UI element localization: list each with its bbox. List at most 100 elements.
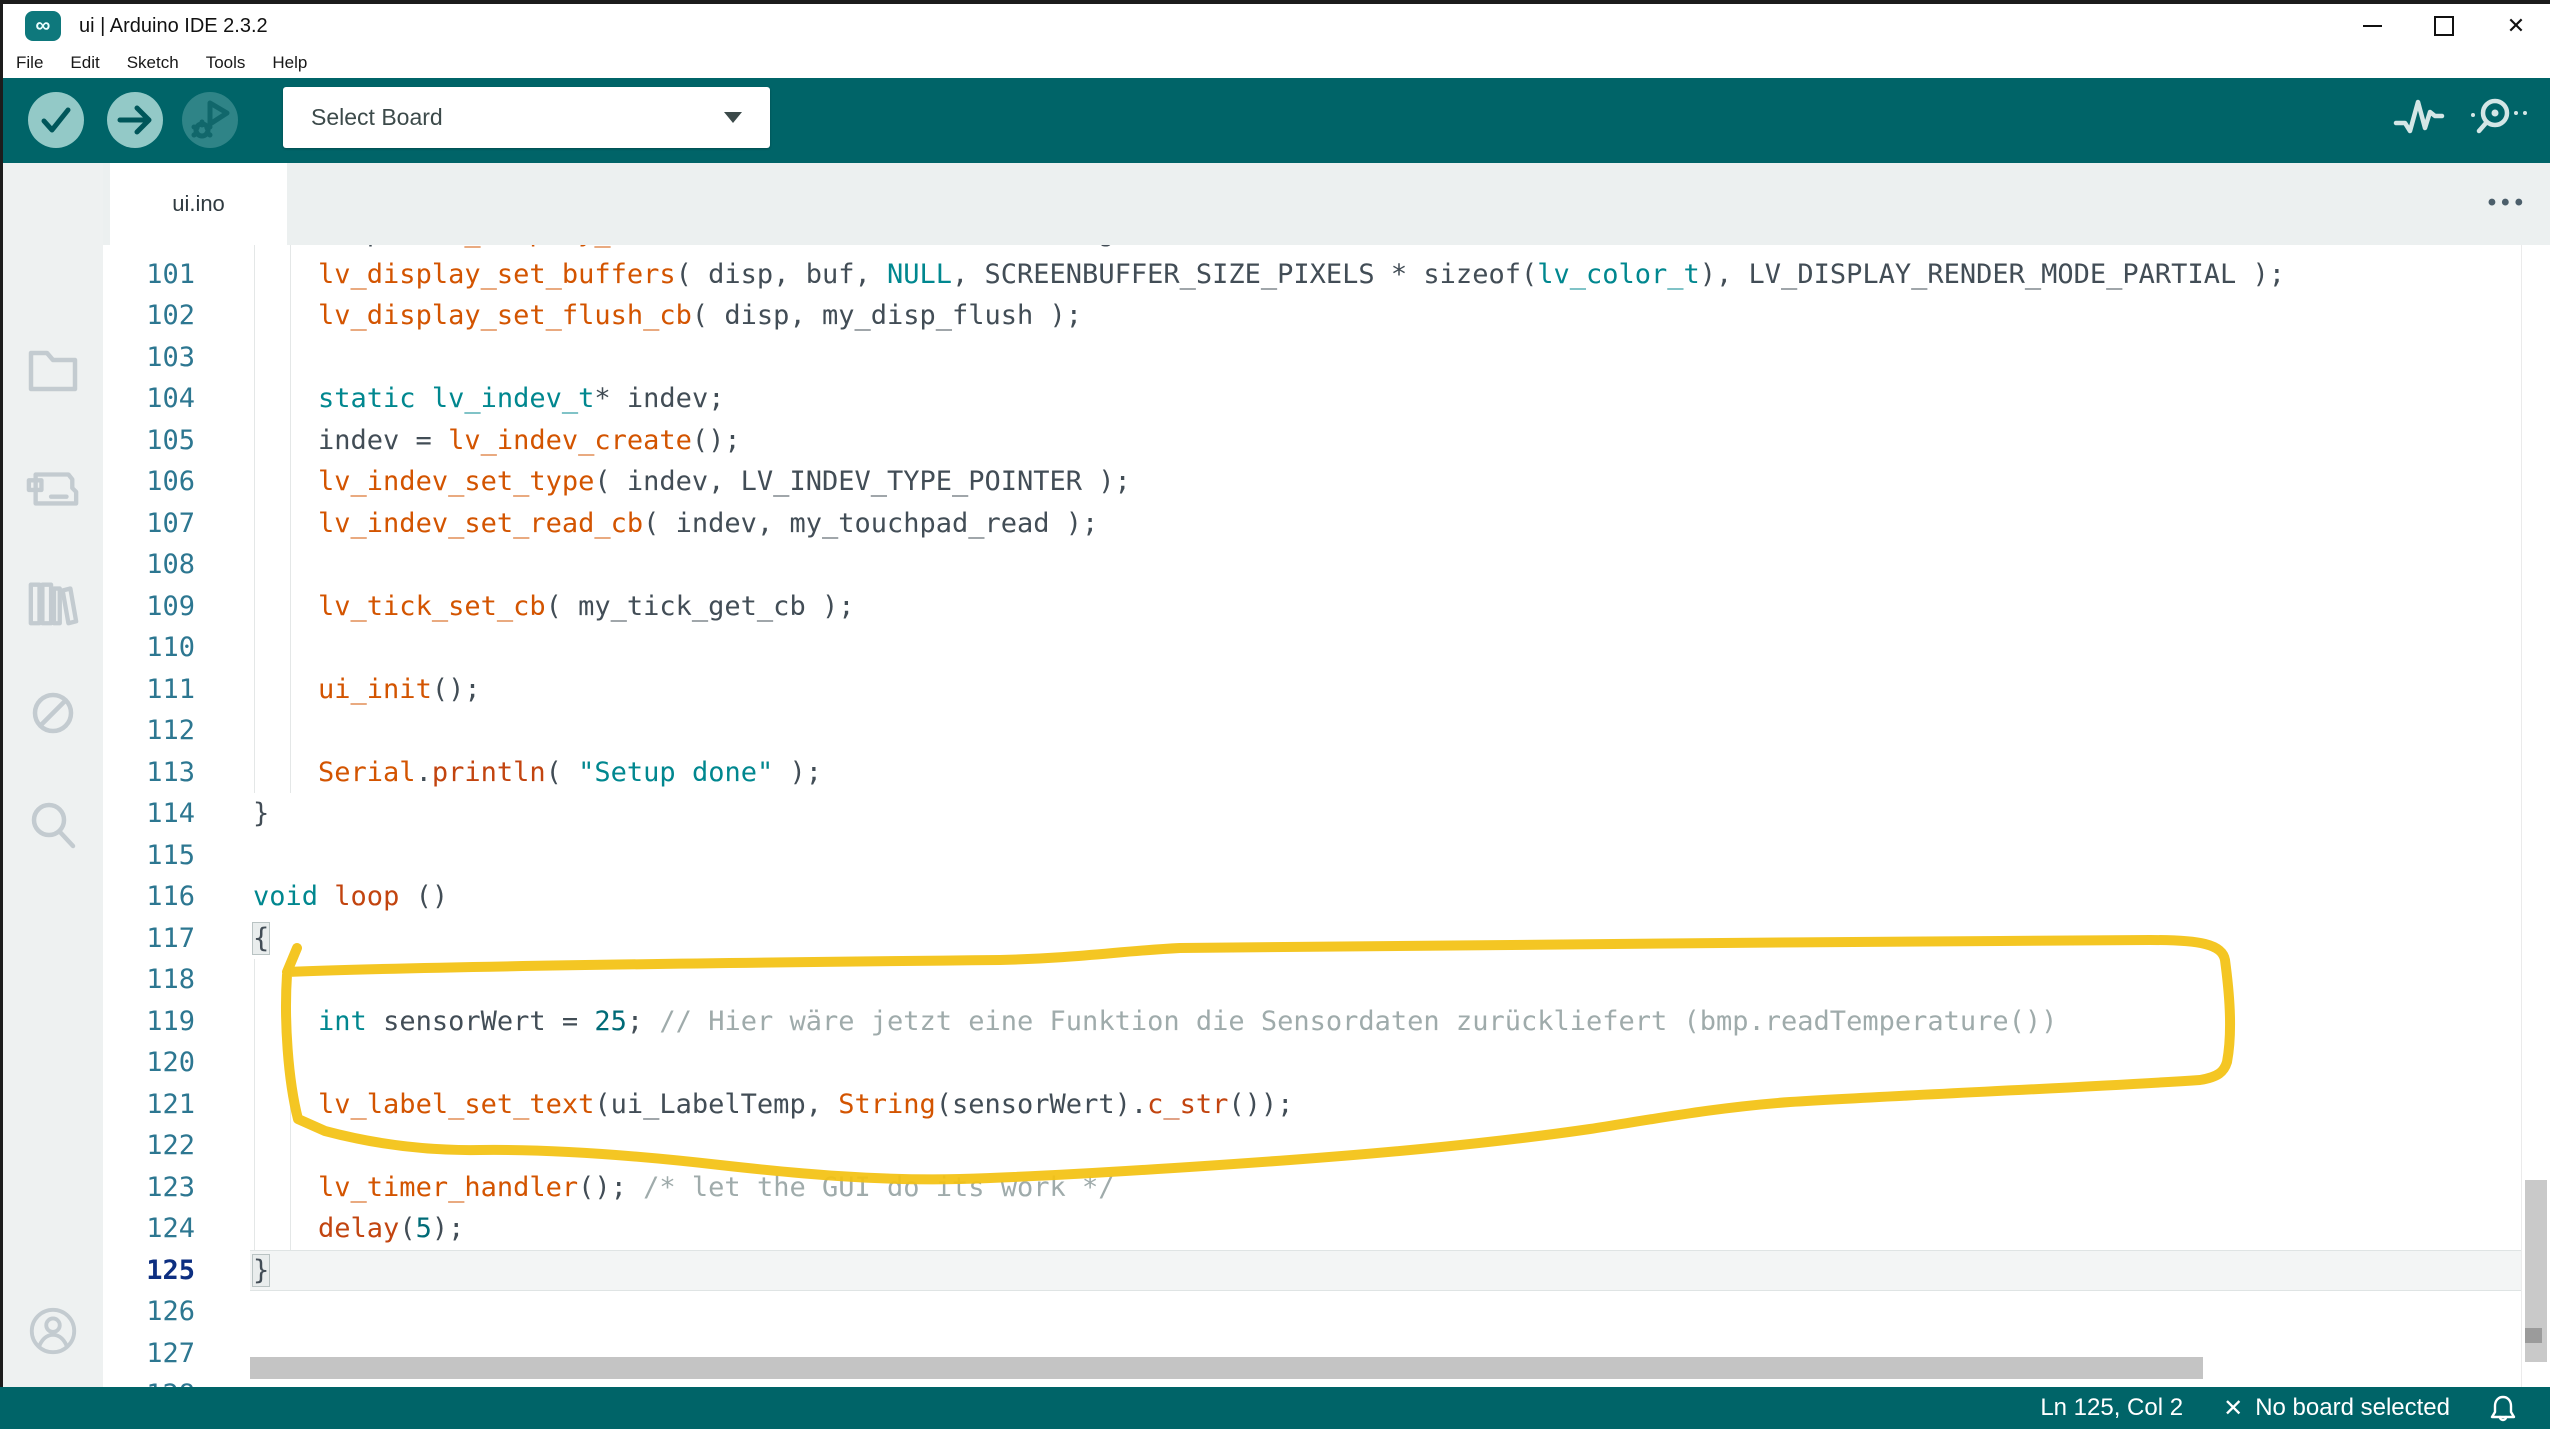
code-line[interactable]: 106 lv_indev_set_type( indev, LV_INDEV_T… [103,461,2550,503]
code-editor[interactable]: 100 disp = lv_display_create( screenWidt… [103,245,2550,1387]
close-icon: ✕ [2507,15,2525,37]
board-selector-dropdown[interactable]: Select Board [283,87,770,148]
chevron-down-icon [724,112,742,123]
code-token: lv_label_set_text [318,1089,594,1120]
code-line[interactable]: 115 [103,835,2550,877]
code-line[interactable]: 113 Serial.println( "Setup done" ); [103,752,2550,794]
tab-label: ui.ino [172,191,225,217]
code-line[interactable]: 107 lv_indev_set_read_cb( indev, my_touc… [103,503,2550,545]
tab-bar: ui.ino ••• [103,163,2550,245]
title-bar[interactable]: ∞ ui | Arduino IDE 2.3.2 ✕ [3,4,2550,48]
code-token: ; [627,1006,660,1037]
tab-ui-ino[interactable]: ui.ino [110,163,287,245]
toolbar: Select Board [3,78,2550,163]
sidebar-item-library-manager[interactable] [26,576,80,630]
code-token: (sensorWert). [936,1089,1147,1120]
line-number: 101 [103,254,195,296]
menu-tools[interactable]: Tools [206,53,246,73]
menu-help[interactable]: Help [272,53,307,73]
code-token: . [416,757,432,788]
code-token [253,674,318,705]
cursor-position[interactable]: Ln 125, Col 2 [2040,1394,2183,1422]
menu-edit[interactable]: Edit [70,53,99,73]
line-number: 128 [103,1374,195,1387]
current-line-highlight [250,1250,2521,1292]
upload-button[interactable] [107,92,163,148]
account-icon [26,1303,80,1359]
line-number: 125 [103,1250,195,1292]
arduino-ide-window: ∞ ui | Arduino IDE 2.3.2 ✕ File Edit Ske… [0,0,2550,1429]
code-line[interactable]: 104 static lv_indev_t* indev; [103,378,2550,420]
no-entry-icon [28,688,78,738]
sidebar-item-sketchbook[interactable] [26,342,80,396]
menu-file[interactable]: File [16,53,43,73]
code-token: 25 [594,1006,627,1037]
sidebar-item-debugger[interactable] [26,686,80,740]
board-icon [26,466,80,510]
line-number: 127 [103,1333,195,1375]
board-status[interactable]: ✕ No board selected [2223,1394,2450,1423]
maximize-button[interactable] [2421,4,2467,48]
code-token [416,383,432,414]
close-button[interactable]: ✕ [2493,4,2539,48]
tab-overflow-menu[interactable]: ••• [2488,189,2528,217]
code-line[interactable]: 103 [103,337,2550,379]
code-line[interactable]: 102 lv_display_set_flush_cb( disp, my_di… [103,295,2550,337]
code-token: NULL [887,259,952,290]
code-token: (); [692,425,741,456]
code-lines: 100 disp = lv_display_create( screenWidt… [103,245,2550,1387]
line-number: 115 [103,835,195,877]
code-line[interactable]: 101 lv_display_set_buffers( disp, buf, N… [103,254,2550,296]
sidebar-item-search[interactable] [26,799,80,853]
code-line[interactable]: 108 [103,544,2550,586]
code-line[interactable]: 124 delay(5); [103,1208,2550,1250]
code-line[interactable]: 116void loop () [103,876,2550,918]
code-text: static lv_indev_t* indev; [253,378,724,420]
code-line[interactable]: 126 [103,1291,2550,1333]
code-token: ); [432,1213,465,1244]
code-line[interactable]: 120 [103,1042,2550,1084]
code-line[interactable]: 105 indev = lv_indev_create(); [103,420,2550,462]
line-number: 108 [103,544,195,586]
code-line[interactable]: 110 [103,627,2550,669]
code-token [253,1213,318,1244]
code-line[interactable]: 122 [103,1125,2550,1167]
menu-sketch[interactable]: Sketch [127,53,179,73]
scrollbar-position-mark [2525,1328,2542,1343]
code-line[interactable]: 121 lv_label_set_text(ui_LabelTemp, Stri… [103,1084,2550,1126]
serial-monitor-button[interactable] [2465,95,2531,146]
arduino-logo-icon: ∞ [25,11,61,41]
code-text: lv_display_set_buffers( disp, buf, NULL,… [253,254,2285,296]
board-status-label: No board selected [2255,1394,2450,1422]
code-token: lv_color_t [1537,259,1700,290]
menu-bar: File Edit Sketch Tools Help [3,48,2550,78]
code-line[interactable]: 112 [103,710,2550,752]
minimize-button[interactable] [2349,4,2395,48]
code-token: sensorWert = [367,1006,595,1037]
code-line[interactable]: 125} [103,1250,2550,1292]
code-line[interactable]: 111 ui_init(); [103,669,2550,711]
code-token [253,1006,318,1037]
serial-plotter-button[interactable] [2392,97,2448,146]
code-line[interactable]: 117{ [103,918,2550,960]
code-token [253,466,318,497]
notifications-bell-icon[interactable] [2490,1394,2516,1422]
horizontal-scrollbar[interactable] [250,1357,2203,1379]
sidebar-item-boards-manager[interactable] [26,461,80,515]
code-line[interactable]: 119 int sensorWert = 25; // Hier wäre je… [103,1001,2550,1043]
code-token: ); [773,757,822,788]
code-line[interactable]: 123 lv_timer_handler(); /* let the GUI d… [103,1167,2550,1209]
code-token: } [253,798,269,829]
debug-button[interactable] [182,92,238,148]
code-line[interactable]: 114} [103,793,2550,835]
code-line[interactable]: 118 [103,959,2550,1001]
code-token: // Hier wäre jetzt eine Funktion die Sen… [659,1006,2057,1037]
code-token: lv_indev_set_type [318,466,594,497]
code-line[interactable]: 100 disp = lv_display_create( screenWidt… [103,245,2550,254]
code-token [318,881,334,912]
code-token: static [318,383,416,414]
verify-button[interactable] [28,92,84,148]
sidebar-item-account[interactable] [26,1304,80,1358]
code-line[interactable]: 109 lv_tick_set_cb( my_tick_get_cb ); [103,586,2550,628]
line-number: 118 [103,959,195,1001]
